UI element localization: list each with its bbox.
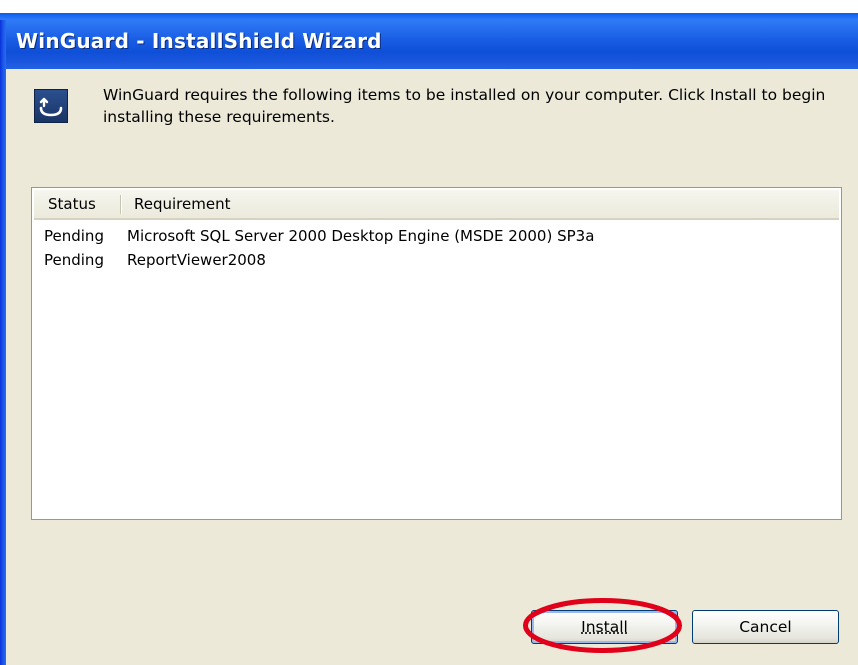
window-title: WinGuard - InstallShield Wizard <box>16 29 382 53</box>
installshield-wizard-window: WinGuard - InstallShield Wizard WinGuard… <box>0 0 858 665</box>
column-header-requirement[interactable]: Requirement <box>134 190 230 218</box>
row-status: Pending <box>44 227 104 245</box>
list-row[interactable]: Pending ReportViewer2008 <box>34 248 839 272</box>
row-requirement: ReportViewer2008 <box>127 251 266 269</box>
column-divider[interactable] <box>120 195 122 214</box>
requirements-list[interactable]: Status Requirement Pending Microsoft SQL… <box>31 187 842 520</box>
titlebar-top-edge <box>0 0 858 14</box>
installshield-icon <box>34 89 68 123</box>
install-button[interactable]: Install <box>531 610 678 644</box>
column-header-status[interactable]: Status <box>48 190 96 218</box>
cancel-button[interactable]: Cancel <box>692 610 839 644</box>
cancel-button-label: Cancel <box>739 618 792 636</box>
list-header: Status Requirement <box>34 190 839 220</box>
install-button-label: Install <box>581 618 628 636</box>
requirements-message: WinGuard requires the following items to… <box>103 86 826 126</box>
row-requirement: Microsoft SQL Server 2000 Desktop Engine… <box>127 227 595 245</box>
row-status: Pending <box>44 251 104 269</box>
installshield-icon-glyph <box>39 97 63 117</box>
list-row[interactable]: Pending Microsoft SQL Server 2000 Deskto… <box>34 224 839 248</box>
